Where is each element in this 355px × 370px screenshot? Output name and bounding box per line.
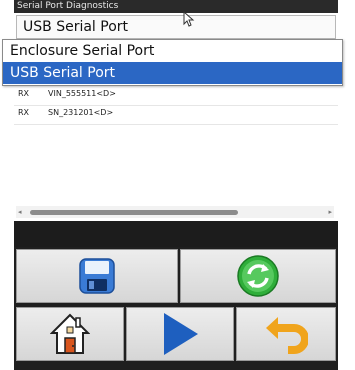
port-option-usb[interactable]: USB Serial Port (3, 62, 342, 84)
log-message: SN_231201<D> (48, 108, 114, 117)
port-select[interactable]: USB Serial Port (16, 15, 336, 39)
mouse-cursor-icon (183, 11, 195, 27)
scroll-right-arrow-icon[interactable]: ▸ (328, 208, 332, 216)
port-dropdown-list: Enclosure Serial Port USB Serial Port (2, 39, 343, 86)
log-message: VIN_555511<D> (48, 89, 116, 98)
home-icon (50, 313, 90, 354)
log-row: RX SN_231201<D> (14, 99, 338, 125)
save-button[interactable] (16, 249, 178, 303)
toolbar-row-2 (14, 305, 338, 363)
horizontal-scrollbar[interactable]: ◂ ▸ (16, 206, 334, 218)
status-strip (14, 221, 338, 247)
refresh-icon (237, 255, 279, 297)
undo-button[interactable] (236, 307, 336, 361)
scroll-left-arrow-icon[interactable]: ◂ (18, 208, 22, 216)
window-title: Serial Port Diagnostics (14, 0, 338, 13)
play-button[interactable] (126, 307, 234, 361)
scrollbar-thumb[interactable] (30, 210, 238, 215)
save-icon (79, 258, 115, 294)
home-button[interactable] (16, 307, 124, 361)
undo-icon (266, 317, 308, 354)
play-icon (164, 313, 198, 355)
toolbar-row-1 (14, 247, 338, 305)
refresh-button[interactable] (180, 249, 336, 303)
log-direction: RX (18, 89, 30, 98)
log-direction: RX (18, 108, 30, 117)
port-option-enclosure[interactable]: Enclosure Serial Port (3, 40, 342, 62)
